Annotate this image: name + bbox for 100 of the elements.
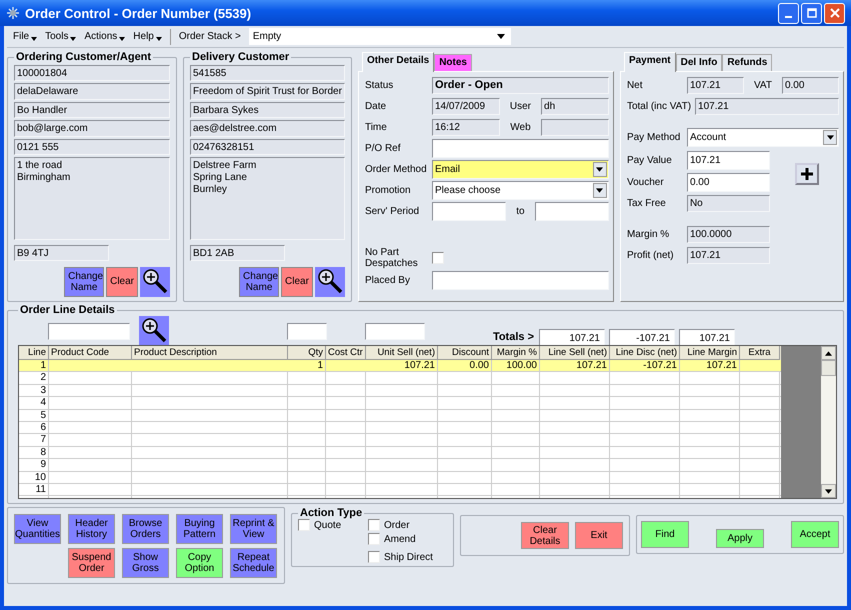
checkbox-label: Order — [384, 520, 410, 530]
table-cell: 10 — [19, 472, 49, 483]
customer-field: bob@large.com — [14, 120, 170, 137]
table-row[interactable]: 2 — [19, 372, 781, 385]
action-button[interactable]: Show Gross — [122, 548, 169, 578]
dropdown[interactable]: Account — [686, 128, 839, 147]
scrollbar[interactable] — [821, 346, 836, 498]
field-label: User — [508, 101, 532, 112]
customer-field: 02476328151 — [190, 138, 345, 156]
table-row[interactable]: 8 — [19, 446, 781, 460]
menu-item[interactable]: Actions — [84, 31, 126, 42]
table-row[interactable]: 11 — [19, 484, 781, 496]
table-cell: 3 — [19, 384, 49, 396]
qty-field[interactable] — [287, 322, 327, 340]
maximize-button[interactable] — [801, 2, 822, 24]
action-button[interactable]: Accept — [791, 521, 839, 548]
minimize-icon — [785, 16, 792, 18]
checkbox[interactable] — [368, 551, 380, 563]
close-button[interactable] — [824, 2, 845, 24]
table-cell: 0.00 — [438, 360, 492, 372]
product-search-field[interactable] — [48, 322, 130, 340]
action-button[interactable]: Repeat Schedule — [230, 548, 277, 578]
checkbox[interactable] — [368, 519, 380, 531]
order-stack-label: Order Stack > — [178, 31, 241, 42]
table-row[interactable]: 9 — [19, 459, 781, 472]
action-button[interactable]: Find — [641, 521, 689, 548]
action-button[interactable]: Apply — [716, 529, 764, 548]
address-field: Delstree Farm Spring Lane Burnley — [190, 157, 345, 240]
tab[interactable]: Del Info — [676, 54, 722, 71]
postcode-field: BD1 2AB — [190, 244, 285, 261]
table-row[interactable]: 6 — [19, 422, 781, 434]
readonly-field: 107.21 — [695, 98, 839, 115]
table-row[interactable]: 1 1 107.21 0.00 100.00 107.21 -107.21 107.21 — [19, 360, 781, 372]
minimize-button[interactable] — [778, 2, 799, 24]
field-label: Placed By — [364, 275, 411, 286]
field-label: Order Method — [364, 164, 428, 175]
clear-details-button[interactable]: Clear Details — [521, 522, 569, 549]
table-row[interactable]: 7 — [19, 434, 781, 447]
input-field[interactable] — [432, 202, 506, 221]
unit-sell-field[interactable] — [365, 322, 425, 340]
group-title: Delivery Customer — [191, 51, 290, 63]
checkbox-label: Ship Direct — [384, 552, 433, 562]
action-button[interactable]: Reprint & View — [230, 514, 277, 544]
action-button[interactable]: Suspend Order — [68, 548, 115, 578]
table-cell: 1 — [288, 360, 326, 372]
input-field[interactable] — [534, 202, 609, 221]
order-stack-select[interactable]: Empty — [248, 28, 511, 45]
search-button[interactable] — [140, 266, 170, 297]
search-button[interactable] — [314, 266, 345, 297]
action-button[interactable]: Header History — [68, 514, 115, 544]
action-button[interactable]: Buying Pattern — [176, 514, 223, 544]
action-button[interactable]: Browse Orders — [122, 514, 169, 544]
menu-item[interactable]: Tools — [45, 31, 76, 42]
clear-button[interactable]: Clear — [281, 266, 313, 297]
field-label: VAT — [753, 80, 773, 91]
field-label: Pay Method — [626, 132, 682, 143]
input-field[interactable] — [432, 271, 609, 290]
input-field[interactable]: 0.00 — [686, 173, 770, 192]
readonly-field: 107.21 — [686, 77, 744, 94]
tab[interactable]: Refunds — [722, 54, 772, 71]
field-label: Tax Free — [626, 198, 667, 209]
input-field[interactable] — [432, 139, 609, 158]
caret-icon — [31, 37, 38, 41]
plus-icon — [800, 167, 814, 181]
tab[interactable]: Payment — [624, 52, 676, 72]
menu-item[interactable]: File — [13, 31, 38, 42]
action-button[interactable]: View Quantities — [14, 514, 61, 544]
table-row[interactable]: 5 — [19, 410, 781, 422]
table-row[interactable]: 4 — [19, 397, 781, 410]
address-field: 1 the road Birmingham — [14, 157, 170, 240]
field-label: P/O Ref — [364, 143, 402, 154]
dropdown[interactable]: Please choose — [432, 181, 609, 200]
add-button[interactable] — [794, 163, 819, 185]
input-field[interactable]: 107.21 — [686, 150, 770, 170]
readonly-field: dh — [541, 98, 609, 115]
menu-item[interactable]: Help — [133, 31, 162, 42]
readonly-field: No — [686, 195, 770, 212]
exit-button[interactable]: Exit — [575, 522, 623, 549]
field-label: Voucher — [626, 177, 665, 188]
action-button[interactable]: Copy Option — [176, 548, 223, 578]
checkbox[interactable] — [368, 533, 380, 545]
customer-field: 0121 555 — [14, 138, 170, 156]
table-row[interactable]: 10 — [19, 472, 781, 484]
change-name-button[interactable]: Change Name — [239, 266, 280, 297]
scroll-thumb[interactable] — [821, 360, 836, 376]
checkbox[interactable] — [298, 519, 310, 531]
dropdown[interactable]: Email — [432, 160, 609, 179]
app-icon — [6, 6, 20, 20]
caret-icon — [826, 135, 834, 140]
tab[interactable]: Other Details — [362, 52, 434, 72]
field-label: Promotion — [364, 185, 412, 196]
group-title: Order Line Details — [19, 304, 116, 316]
change-name-button[interactable]: Change Name — [64, 266, 104, 297]
search-button[interactable] — [139, 316, 169, 346]
clear-button[interactable]: Clear — [106, 266, 138, 297]
window-title: Order Control - Order Number (5539) — [25, 6, 252, 20]
checkbox[interactable] — [432, 252, 444, 264]
tab[interactable]: Notes — [434, 54, 472, 71]
field-label: Serv' Period — [364, 206, 420, 217]
table-row[interactable]: 3 — [19, 384, 781, 398]
